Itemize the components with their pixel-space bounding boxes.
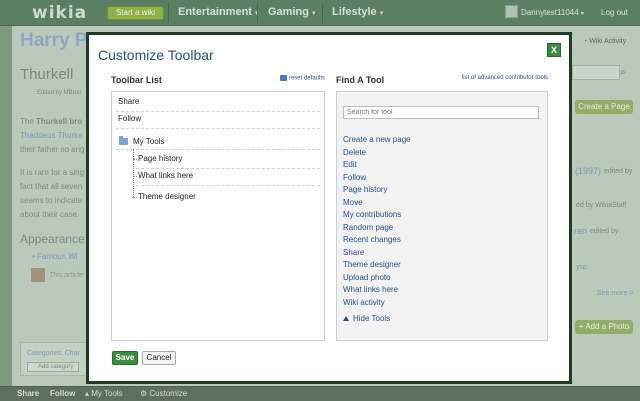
toolbar-share[interactable]: Share — [17, 389, 39, 398]
user-avatar[interactable] — [505, 5, 518, 18]
tool-share[interactable]: Share — [343, 248, 364, 257]
list-item-page-history[interactable]: Page history — [138, 154, 182, 163]
thumbnail-image[interactable] — [31, 268, 45, 282]
tool-wiki-activity[interactable]: Wiki activity — [343, 298, 385, 307]
create-page-button[interactable]: Create a Page — [575, 100, 633, 114]
tree-branch — [133, 159, 137, 160]
list-divider — [116, 128, 320, 129]
rail-link[interactable]: (1997) — [575, 166, 601, 176]
tool-edit[interactable]: Edit — [343, 160, 357, 169]
save-button[interactable]: Save — [112, 351, 138, 365]
folder-icon — [119, 136, 128, 145]
tool-theme-designer[interactable]: Theme designer — [343, 260, 401, 269]
list-item-theme-designer[interactable]: Theme designer — [138, 192, 196, 201]
wiki-search-input[interactable] — [572, 65, 620, 80]
rail-link[interactable]: ysp — [576, 264, 587, 271]
nav-divider — [257, 3, 258, 23]
nav-lifestyle[interactable]: Lifestyle ▾ — [332, 6, 383, 18]
categories-link[interactable]: Categories: Char — [27, 350, 80, 357]
find-tool-panel: Find A Tool list of advanced contributor… — [336, 75, 548, 341]
tool-recent-changes[interactable]: Recent changes — [343, 235, 401, 244]
toolbar-follow[interactable]: Follow — [50, 389, 75, 398]
rail-text: edited by — [590, 228, 619, 235]
reset-defaults-link[interactable]: reset defaults — [279, 75, 325, 82]
list-divider — [116, 111, 320, 112]
add-category-button[interactable]: Add category — [27, 362, 79, 372]
tool-move[interactable]: Move — [343, 198, 363, 207]
nav-entertainment[interactable]: Entertainment ▾ — [178, 6, 259, 18]
list-divider — [116, 149, 320, 150]
toolbar-list-panel: Toolbar List reset defaults Share Follow… — [111, 75, 325, 341]
close-button[interactable]: X — [547, 43, 561, 57]
tool-list: Create a new page Delete Edit Follow Pag… — [336, 91, 548, 341]
article-link[interactable]: Thaddeus Thurke — [20, 131, 83, 140]
rail-text: edited by — [604, 168, 633, 175]
hide-tools-toggle[interactable]: Hide Tools — [343, 314, 390, 323]
toolbar-list-title: Toolbar List — [111, 75, 162, 85]
wiki-activity-link[interactable]: ◔ Wiki Activity — [583, 38, 626, 45]
search-tool-input[interactable] — [343, 106, 539, 119]
article-text: fact that all seven — [20, 182, 83, 191]
list-divider — [136, 185, 320, 186]
tree-branch — [133, 176, 137, 177]
tool-my-contributions[interactable]: My contributions — [343, 210, 401, 219]
rail-text: ed by WikiaStaff — [576, 202, 627, 209]
wikia-logo[interactable]: wikia — [32, 3, 87, 23]
nav-divider — [168, 3, 169, 23]
tool-page-history[interactable]: Page history — [343, 185, 387, 194]
this-article-text: This article — [49, 272, 83, 279]
list-divider — [136, 168, 320, 169]
advanced-tools-link[interactable]: list of advanced contributor tools — [462, 75, 548, 81]
modal-title: Customize Toolbar — [98, 47, 214, 63]
article-title: Thurkell — [20, 66, 74, 83]
edited-by: Edited by MBroo — [37, 90, 82, 96]
article-text: The Thurkell bro — [20, 117, 83, 126]
tool-follow[interactable]: Follow — [343, 173, 366, 182]
tool-what-links-here[interactable]: What links here — [343, 285, 398, 294]
nav-gaming[interactable]: Gaming ▾ — [268, 6, 316, 18]
reset-icon — [279, 75, 287, 81]
appearances-heading: Appearance — [20, 232, 85, 246]
toolbar-my-tools[interactable]: ▴ My Tools — [85, 389, 123, 398]
article-text: It is rare for a sing — [20, 168, 85, 177]
tool-create-new-page[interactable]: Create a new page — [343, 135, 411, 144]
tool-random-page[interactable]: Random page — [343, 223, 393, 232]
triangle-up-icon — [343, 316, 349, 321]
find-tool-header: Find A Tool list of advanced contributor… — [336, 75, 548, 91]
rail-link[interactable]: ren — [574, 226, 587, 236]
tool-upload-photo[interactable]: Upload photo — [343, 273, 391, 282]
list-item-my-tools[interactable]: My Tools — [133, 137, 164, 146]
wiki-title[interactable]: Harry P — [20, 30, 88, 52]
article-text: about their case. — [20, 210, 80, 219]
toolbar-list-header: Toolbar List reset defaults — [111, 75, 325, 91]
cancel-button[interactable]: Cancel — [142, 351, 176, 365]
list-item-share[interactable]: Share — [118, 97, 139, 106]
gear-icon: ⚙ — [140, 389, 150, 398]
find-tool-title: Find A Tool — [336, 75, 385, 85]
logout-link[interactable]: Log out — [601, 8, 628, 17]
global-header: wikia Start a wiki Entertainment ▾ Gamin… — [0, 0, 640, 26]
see-more-link[interactable]: See more > — [597, 290, 633, 297]
toolbar-customize[interactable]: ⚙ Customize — [140, 389, 187, 398]
nav-divider — [322, 3, 323, 23]
tree-branch — [133, 197, 137, 198]
list-item-follow[interactable]: Follow — [118, 114, 141, 123]
search-icon[interactable]: ⌕ — [620, 67, 626, 78]
tree-line — [133, 149, 134, 197]
start-wiki-button[interactable]: Start a wiki — [107, 6, 164, 20]
username-menu[interactable]: Dannytest11044 ▾ — [521, 8, 584, 17]
list-item-what-links-here[interactable]: What links here — [138, 171, 193, 180]
add-photo-button[interactable]: + Add a Photo — [575, 320, 633, 334]
article-text: their father so ang — [20, 145, 85, 154]
article-text: seems to indicate — [20, 196, 83, 205]
toolbar-list: Share Follow My Tools Page history What … — [111, 91, 325, 341]
customize-toolbar-modal: Customize Toolbar X Toolbar List reset d… — [86, 32, 572, 384]
appearance-link[interactable]: • Famous Wi — [32, 252, 77, 261]
tool-delete[interactable]: Delete — [343, 148, 366, 157]
